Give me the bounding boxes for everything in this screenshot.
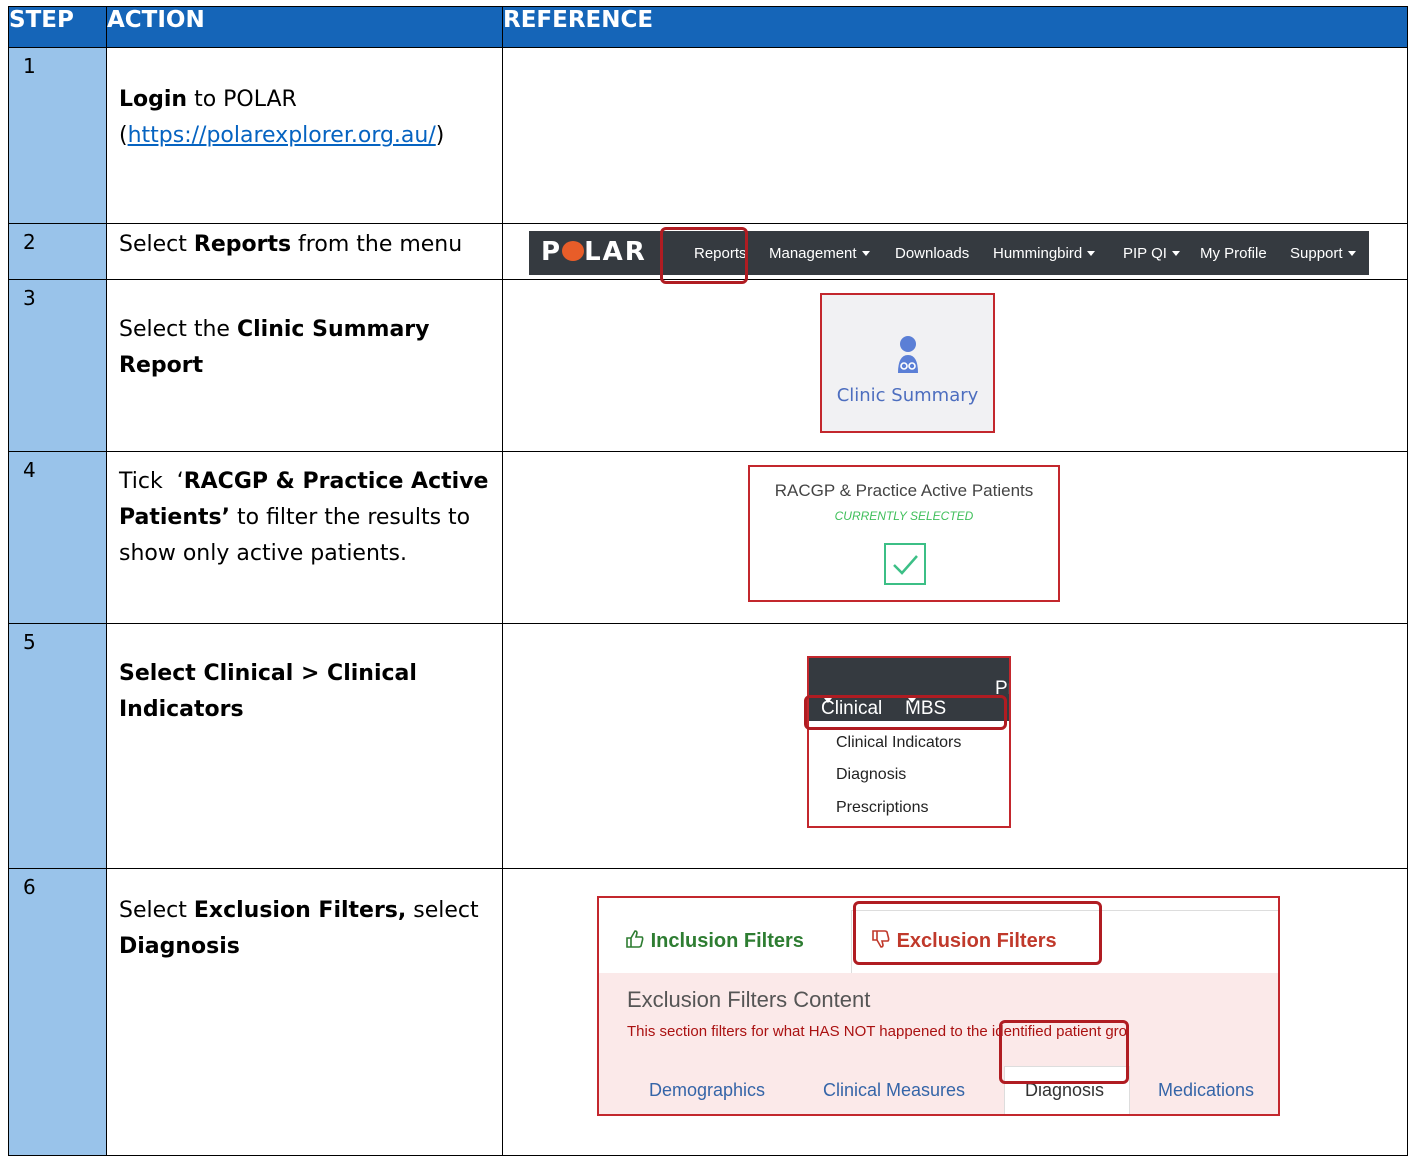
reference-cell: RACGP & Practice Active Patients CURRENT…	[502, 451, 1408, 624]
caret-down-icon	[1347, 251, 1356, 256]
reference-cell: P LAR Reports Management Downloads Hummin…	[502, 223, 1408, 284]
clinic-summary-label: Clinic Summary	[836, 385, 979, 406]
table-row: 6 Select Exclusion Filters, select Diagn…	[8, 868, 1408, 1156]
action-text: Select	[119, 232, 194, 257]
menu-item-prescriptions[interactable]: Prescriptions	[836, 799, 928, 817]
nav-label: Support	[1290, 245, 1343, 262]
caret-down-icon	[861, 251, 870, 256]
action-text: Select	[119, 898, 194, 923]
nav-label: PIP QI	[1123, 245, 1167, 262]
action-cell: Select Exclusion Filters, select Diagnos…	[106, 868, 503, 1156]
action-cell: Select the Clinic Summary Report	[106, 279, 503, 452]
caret-down-icon	[1171, 251, 1180, 256]
exclusion-heading: Exclusion Filters Content	[627, 987, 871, 1012]
nav-label: Management	[769, 245, 857, 262]
nav-pipqi[interactable]: PIP QI	[1123, 245, 1180, 262]
nav-label: Hummingbird	[993, 245, 1083, 262]
action-bold: Login	[119, 87, 188, 112]
action-cell: Select Reports from the menu	[106, 223, 503, 280]
action-bold: Exclusion Filters,	[193, 898, 407, 923]
step-number: 6	[8, 868, 107, 1156]
polar-bear-icon	[562, 241, 585, 261]
table-row: 4 Tick ‘RACGP & Practice Active Patients…	[8, 451, 1408, 624]
action-bold: Select Clinical > Clinical Indicators	[119, 661, 417, 722]
reference-cell: Clinic Summary	[502, 279, 1408, 452]
header-action: ACTION	[106, 6, 503, 48]
polar-logo: P LAR	[541, 237, 647, 267]
nav-support[interactable]: Support	[1290, 245, 1356, 262]
tab-inclusion-filters[interactable]: Inclusion Filters	[625, 929, 804, 953]
table-row: 2 Select Reports from the menu P LAR Repo…	[8, 223, 1408, 284]
checkbox-checked-icon[interactable]	[884, 543, 926, 585]
nav-hummingbird[interactable]: Hummingbird	[993, 245, 1096, 262]
table-header-row: STEP ACTION REFERENCE	[8, 6, 1408, 48]
subtab-demographics[interactable]: Demographics	[649, 1080, 765, 1101]
header-step: STEP	[8, 6, 107, 48]
action-bold: Reports	[193, 232, 292, 257]
action-text: from the menu	[291, 232, 463, 257]
thumbs-up-icon	[626, 930, 644, 948]
menu-item-diagnosis[interactable]: Diagnosis	[836, 766, 906, 784]
caret-down-icon	[1087, 251, 1096, 256]
step-number: 4	[8, 451, 107, 624]
step-number: 3	[8, 279, 107, 452]
action-cell: Tick ‘RACGP & Practice Active Patients’ …	[106, 451, 503, 624]
reference-cell: Clinical MBS Pr Clinical Indicators Diag…	[502, 623, 1408, 869]
instruction-table: STEP ACTION REFERENCE 1 Login to POLAR (…	[8, 6, 1408, 1156]
step-number: 5	[8, 623, 107, 869]
menu-item-clinical-indicators[interactable]: Clinical Indicators	[836, 734, 961, 752]
step-number: 2	[8, 223, 107, 280]
step-number: 1	[8, 47, 107, 224]
action-bold: Diagnosis	[119, 934, 240, 959]
action-text: select	[406, 898, 479, 923]
polar-navbar: P LAR Reports Management Downloads Hummin…	[529, 231, 1369, 275]
highlight-box	[999, 1020, 1129, 1084]
header-reference: REFERENCE	[502, 6, 1408, 48]
nav-downloads[interactable]: Downloads	[895, 245, 969, 262]
racgp-title: RACGP & Practice Active Patients	[774, 481, 1034, 500]
reference-cell	[502, 47, 1408, 224]
reference-cell: Inclusion Filters Exclusion Filters Excl…	[502, 868, 1408, 1156]
clinic-summary-card[interactable]: Clinic Summary	[820, 293, 995, 433]
highlight-box	[660, 227, 748, 284]
doctor-icon	[898, 336, 918, 373]
action-text: Tick ‘	[119, 469, 184, 494]
racgp-filter-card[interactable]: RACGP & Practice Active Patients CURRENT…	[748, 465, 1060, 602]
selection-status: CURRENTLY SELECTED	[834, 509, 974, 523]
subtab-medications[interactable]: Medications	[1158, 1080, 1254, 1101]
highlight-box	[853, 901, 1102, 965]
action-text: Select the	[119, 317, 237, 342]
table-row: 5 Select Clinical > Clinical Indicators …	[8, 623, 1408, 869]
nav-management[interactable]: Management	[769, 245, 870, 262]
tab-label: Inclusion Filters	[650, 930, 804, 952]
polar-link[interactable]: https://polarexplorer.org.au/	[128, 123, 436, 148]
table-row: 1 Login to POLAR (https://polarexplorer.…	[8, 47, 1408, 224]
exclusion-content: Exclusion Filters Content This section f…	[599, 973, 1278, 1114]
action-text: to POLAR	[187, 87, 297, 112]
action-cell: Login to POLAR (https://polarexplorer.or…	[106, 47, 503, 224]
nav-my-profile[interactable]: My Profile	[1200, 245, 1267, 262]
clinical-menu: Clinical MBS Pr Clinical Indicators Diag…	[807, 656, 1011, 828]
subtab-clinical-measures[interactable]: Clinical Measures	[823, 1080, 965, 1101]
action-cell: Select Clinical > Clinical Indicators	[106, 623, 503, 869]
table-row: 3 Select the Clinic Summary Report Clini…	[8, 279, 1408, 452]
highlight-box	[804, 695, 1007, 730]
